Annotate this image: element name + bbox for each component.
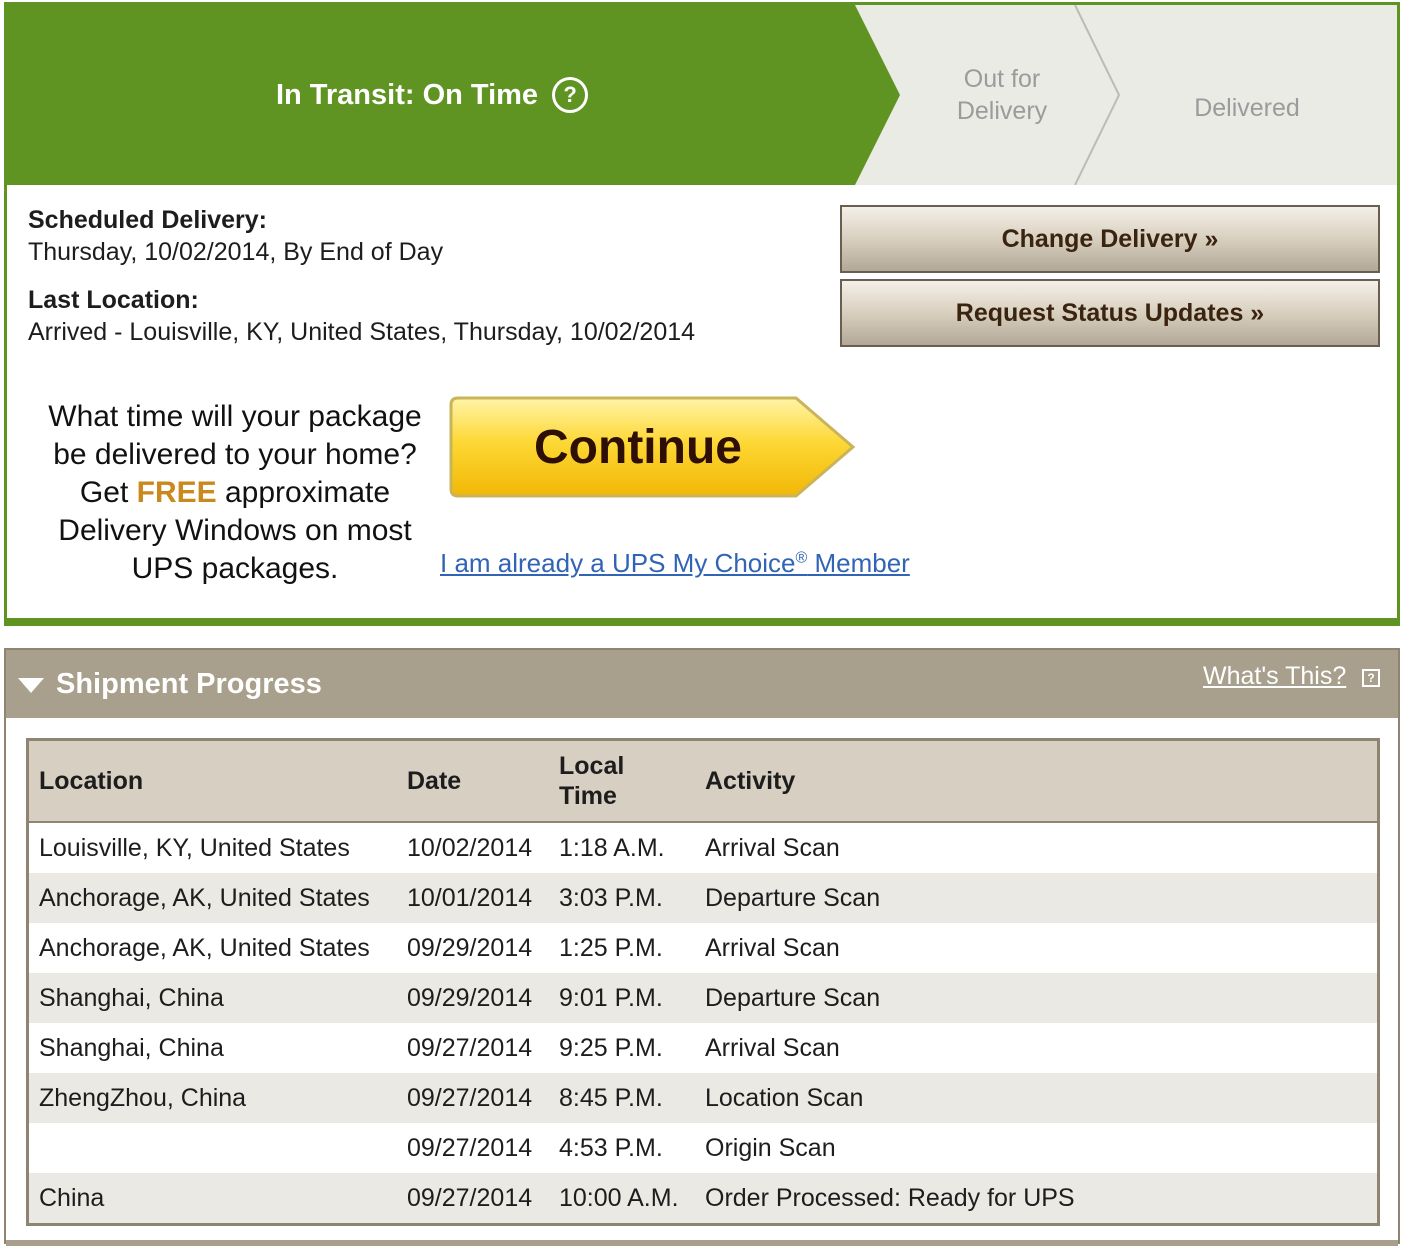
table-row: 09/27/2014 4:53 P.M. Origin Scan — [28, 1123, 1379, 1173]
scheduled-delivery-value: Thursday, 10/02/2014, By End of Day — [28, 238, 444, 266]
promo-line-2: be delivered to your home? — [53, 438, 417, 471]
delivery-progress-bar: In Transit: On Time ? Out for Delivery D… — [7, 5, 1397, 185]
shipment-rows: Louisville, KY, United States 10/02/2014 1… — [27, 822, 1379, 1225]
cell-activity: Arrival Scan — [705, 833, 840, 862]
cell-local-time: 1:18 A.M. — [559, 833, 665, 862]
shipment-progress-header[interactable]: Shipment Progress What's This? ? — [6, 650, 1398, 718]
stage-out-for-delivery: Out for Delivery — [927, 63, 1077, 127]
stage-out-line2: Delivery — [956, 97, 1048, 125]
cell-date: 09/27/2014 — [407, 1033, 533, 1062]
cell-local-time: 9:25 P.M. — [559, 1033, 663, 1062]
cell-date: 10/02/2014 — [407, 833, 533, 862]
column-local-time-line2: Time — [559, 782, 617, 810]
cell-activity: Location Scan — [695, 1073, 1379, 1123]
stage-delivered: Delivered — [1194, 94, 1300, 122]
promo-get: Get — [79, 476, 129, 509]
my-choice-promo-text: What time will your package be delivered… — [25, 398, 445, 588]
stage-in-transit-label: In Transit: On Time — [275, 78, 539, 111]
promo-approx: approximate — [224, 476, 391, 509]
shipment-progress-title: Shipment Progress — [56, 668, 322, 700]
cell-activity: Arrival Scan — [705, 1033, 840, 1062]
whats-this-link[interactable]: What's This? — [1203, 662, 1346, 691]
continue-label: Continue — [534, 420, 742, 474]
cell-location: Louisville, KY, United States — [39, 833, 350, 862]
table-row: ZhengZhou, China 09/27/2014 8:45 P.M. Locat… — [27, 1073, 1379, 1123]
cell-activity: Departure Scan — [695, 873, 1379, 923]
member-link-text: I am already a UPS My Choice — [440, 548, 796, 578]
continue-button[interactable]: Continue — [448, 395, 858, 499]
promo-line-3: Get FREE approximate — [25, 474, 445, 512]
help-icon[interactable]: ? — [552, 77, 589, 113]
cell-local-time: 9:01 P.M. — [549, 973, 695, 1023]
table-row: China 09/27/2014 10:00 A.M. Order Processed… — [27, 1173, 1379, 1225]
cell-local-time: 8:45 P.M. — [549, 1073, 695, 1123]
cell-activity: Origin Scan — [705, 1133, 836, 1162]
cell-date: 10/01/2014 — [395, 873, 549, 923]
registered-mark: ® — [795, 549, 808, 567]
cell-date: 09/27/2014 — [395, 1073, 549, 1123]
shipment-progress-table: Location Date Local Time Activity Louisv… — [26, 738, 1380, 1226]
cell-date: 09/27/2014 — [407, 1133, 533, 1162]
table-header-row: Location Date Local Time Activity — [27, 739, 1379, 823]
cell-activity: Departure Scan — [695, 973, 1379, 1023]
column-activity: Activity — [695, 739, 1379, 823]
column-local-time: Local Time — [549, 739, 695, 823]
panel-bottom-bar — [6, 1240, 1398, 1246]
request-status-updates-button[interactable]: Request Status Updates » — [840, 279, 1380, 347]
stage-in-transit: In Transit: On Time ? — [7, 5, 857, 185]
table-row: Louisville, KY, United States 10/02/2014 1… — [28, 822, 1379, 873]
popup-window-icon[interactable]: ? — [1362, 669, 1380, 687]
cell-location — [28, 1123, 396, 1173]
promo-free: FREE — [136, 476, 217, 509]
cell-location: Shanghai, China — [39, 1033, 224, 1062]
cell-date: 09/29/2014 — [395, 973, 549, 1023]
cell-activity: Order Processed: Ready for UPS — [695, 1173, 1379, 1225]
cell-activity: Arrival Scan — [705, 933, 840, 962]
delivery-status-card: In Transit: On Time ? Out for Delivery D… — [4, 2, 1400, 626]
cell-local-time: 4:53 P.M. — [559, 1133, 663, 1162]
table-row: Shanghai, China 09/29/2014 9:01 P.M. Depart… — [27, 973, 1379, 1023]
cell-date: 09/29/2014 — [407, 933, 533, 962]
cell-location: Anchorage, AK, United States — [27, 873, 395, 923]
cell-date: 09/27/2014 — [395, 1173, 549, 1225]
column-local-time-line1: Local — [559, 752, 625, 780]
scheduled-delivery-label: Scheduled Delivery: — [28, 206, 267, 234]
collapse-triangle-icon[interactable] — [18, 678, 44, 693]
cell-location: ZhengZhou, China — [27, 1073, 395, 1123]
last-location-value: Arrived - Louisville, KY, United States,… — [28, 318, 696, 346]
cell-location: China — [27, 1173, 395, 1225]
cell-location: Shanghai, China — [27, 973, 395, 1023]
change-delivery-button[interactable]: Change Delivery » — [840, 205, 1380, 273]
promo-line-4: Delivery Windows on most — [58, 514, 412, 547]
stage-out-line1: Out for — [963, 65, 1041, 93]
promo-line-1: What time will your package — [48, 400, 422, 433]
my-choice-member-link[interactable]: I am already a UPS My Choice® Member — [440, 548, 910, 579]
cell-local-time: 1:25 P.M. — [559, 933, 663, 962]
table-row: Anchorage, AK, United States 09/29/2014 1:… — [28, 923, 1379, 973]
shipment-progress-panel: Shipment Progress What's This? ? Locatio… — [4, 648, 1400, 1246]
cell-local-time: 3:03 P.M. — [549, 873, 695, 923]
column-date: Date — [395, 739, 549, 823]
table-row: Anchorage, AK, United States 10/01/2014 3:… — [27, 873, 1379, 923]
last-location-label: Last Location: — [28, 286, 199, 314]
promo-line-5: UPS packages. — [131, 552, 339, 585]
cell-local-time: 10:00 A.M. — [549, 1173, 695, 1225]
table-row: Shanghai, China 09/27/2014 9:25 P.M. Arriva… — [28, 1023, 1379, 1073]
member-link-text-end: Member — [807, 548, 910, 578]
cell-location: Anchorage, AK, United States — [39, 933, 370, 962]
column-location: Location — [27, 739, 395, 823]
